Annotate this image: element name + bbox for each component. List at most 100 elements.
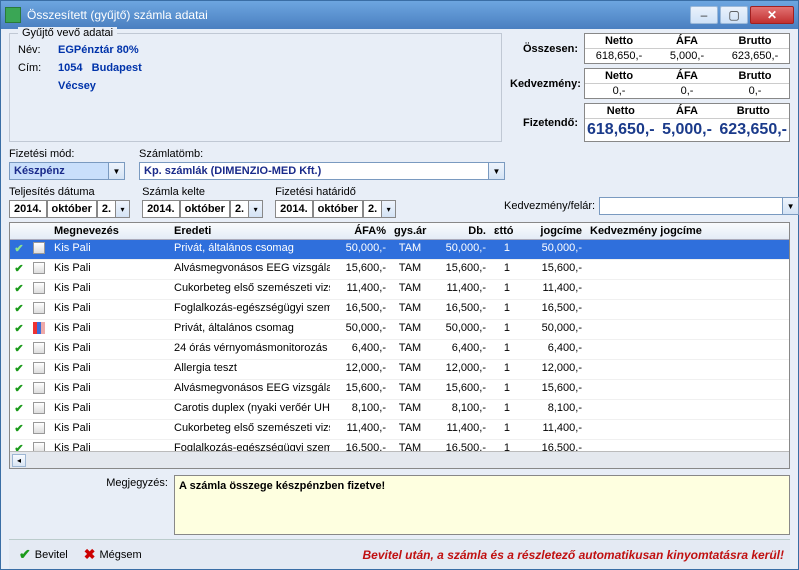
cell-kedjog [586,280,789,299]
cell-e: 1 [490,380,514,399]
kedvezmeny-netto: 0,- [585,84,653,98]
scroll-left-icon[interactable]: ◂ [12,454,26,467]
cell-afa: 15,600,- [330,380,390,399]
cell-d2: 11,400,- [514,280,586,299]
col-gysar[interactable]: gys.ár [390,223,430,239]
cell-original: Carotis duplex (nyaki verőér UH) [170,400,330,419]
footer: ✔ Bevitel ✖ Mégsem Bevitel után, a száml… [9,539,790,569]
cell-name: Kis Pali [50,240,170,259]
cell-e: 1 [490,440,514,451]
cell-original: Foglalkozás-egészségügyi szemé [170,440,330,451]
chevron-down-icon[interactable]: ▼ [783,197,799,215]
customer-name: EGPénztár 80% [58,44,139,56]
cell-afa: 12,000,- [330,360,390,379]
row-type-icon [28,380,50,399]
cell-afa: 16,500,- [330,300,390,319]
cell-gys: TAM [390,280,430,299]
h-scrollbar[interactable]: ◂ [10,451,789,468]
minimize-button[interactable]: – [690,6,718,24]
titlebar[interactable]: Összesített (gyűjtő) számla adatai – ▢ ✕ [1,1,798,29]
chevron-down-icon[interactable]: ▼ [489,162,505,180]
totals-panel: Összesen: Netto618,650,- ÁFA5,000,- Brut… [510,33,790,142]
szamlatomb-input[interactable] [139,162,489,180]
cell-d1: 16,500,- [430,300,490,319]
grid-body[interactable]: ✔Kis PaliPrivát, általános csomag50,000,… [10,240,789,451]
cell-kedjog [586,260,789,279]
cell-original: Privát, általános csomag [170,240,330,259]
fizmod-input[interactable] [9,162,109,180]
notes-textarea[interactable]: A számla összege készpénzben fizetve! [174,475,790,535]
fizmod-label: Fizetési mód: [9,148,129,160]
cell-kedjog [586,300,789,319]
table-row[interactable]: ✔Kis PaliPrivát, általános csomag50,000,… [10,320,789,340]
cell-d1: 15,600,- [430,380,490,399]
cell-afa: 6,400,- [330,340,390,359]
cell-d1: 6,400,- [430,340,490,359]
cell-gys: TAM [390,340,430,359]
cell-original: 24 órás vérnyomásmonitorozás (A [170,340,330,359]
cell-d1: 12,000,- [430,360,490,379]
totals-kedvezmeny-label: Kedvezmény: [510,78,584,90]
cell-e: 1 [490,300,514,319]
close-button[interactable]: ✕ [750,6,794,24]
col-megnevezes[interactable]: Megnevezés [50,223,170,239]
fizetendo-netto: 618,650,- [585,119,657,141]
row-type-icon [28,360,50,379]
kedvezmeny-felar-combo[interactable]: ▼ [599,197,799,215]
cell-gys: TAM [390,420,430,439]
col-db[interactable]: Db. [430,223,490,239]
spinner-icon[interactable]: ▾ [249,200,263,218]
kedvezmeny-felar-input[interactable] [599,197,783,215]
items-grid: Megnevezés Eredeti ÁFA% gys.ár Db. ɛttó … [9,222,790,469]
table-row[interactable]: ✔Kis PaliAlvásmegvonásos EEG vizsgála15,… [10,380,789,400]
window-title: Összesített (gyűjtő) számla adatai [27,8,690,22]
table-row[interactable]: ✔Kis Pali24 órás vérnyomásmonitorozás (A… [10,340,789,360]
customer-addr-city: Budapest [92,62,142,74]
col-eredeti[interactable]: Eredeti [170,223,330,239]
table-row[interactable]: ✔Kis PaliFoglalkozás-egészségügyi szemé1… [10,300,789,320]
cancel-button[interactable]: ✖ Mégsem [76,544,150,565]
cell-d1: 11,400,- [430,420,490,439]
table-row[interactable]: ✔Kis PaliCukorbeteg első szemészeti vizs… [10,420,789,440]
col-jogcime[interactable]: jogcíme [514,223,586,239]
spinner-icon[interactable]: ▾ [116,200,130,218]
table-row[interactable]: ✔Kis PaliCarotis duplex (nyaki verőér UH… [10,400,789,420]
fizmod-combo[interactable]: ▼ [9,162,129,180]
cell-name: Kis Pali [50,260,170,279]
table-row[interactable]: ✔Kis PaliAlvásmegvonásos EEG vizsgála15,… [10,260,789,280]
cell-d2: 15,600,- [514,380,586,399]
cell-afa: 50,000,- [330,240,390,259]
cell-kedjog [586,420,789,439]
cell-d1: 50,000,- [430,240,490,259]
cell-gys: TAM [390,400,430,419]
cell-afa: 8,100,- [330,400,390,419]
cell-d2: 8,100,- [514,400,586,419]
cell-gys: TAM [390,380,430,399]
teljesites-date[interactable]: 2014. október 2. ▾ [9,200,130,218]
ok-button[interactable]: ✔ Bevitel [11,544,76,565]
table-row[interactable]: ✔Kis PaliPrivát, általános csomag50,000,… [10,240,789,260]
customer-addr-label: Cím: [18,62,58,74]
cell-e: 1 [490,400,514,419]
customer-addr-zip: 1054 [58,62,82,74]
maximize-button[interactable]: ▢ [720,6,748,24]
hatarido-date[interactable]: 2014. október 2. ▾ [275,200,396,218]
row-type-icon [28,340,50,359]
col-afa[interactable]: ÁFA% [330,223,390,239]
cell-name: Kis Pali [50,400,170,419]
cell-kedjog [586,440,789,451]
col-ettar[interactable]: ɛttó ɛ́ny [490,223,514,239]
szamlatomb-combo[interactable]: ▼ [139,162,509,180]
spinner-icon[interactable]: ▾ [382,200,396,218]
col-kedvjogcime[interactable]: Kedvezmény jogcíme [586,223,789,239]
cell-original: Cukorbeteg első szemészeti vizs [170,420,330,439]
cell-d1: 16,500,- [430,440,490,451]
table-row[interactable]: ✔Kis PaliFoglalkozás-egészségügyi szemé1… [10,440,789,451]
cell-name: Kis Pali [50,320,170,339]
check-icon: ✔ [19,546,31,563]
chevron-down-icon[interactable]: ▼ [109,162,125,180]
table-row[interactable]: ✔Kis PaliAllergia teszt12,000,-TAM12,000… [10,360,789,380]
kelte-date[interactable]: 2014. október 2. ▾ [142,200,263,218]
table-row[interactable]: ✔Kis PaliCukorbeteg első szemészeti vizs… [10,280,789,300]
cell-original: Alvásmegvonásos EEG vizsgála [170,260,330,279]
